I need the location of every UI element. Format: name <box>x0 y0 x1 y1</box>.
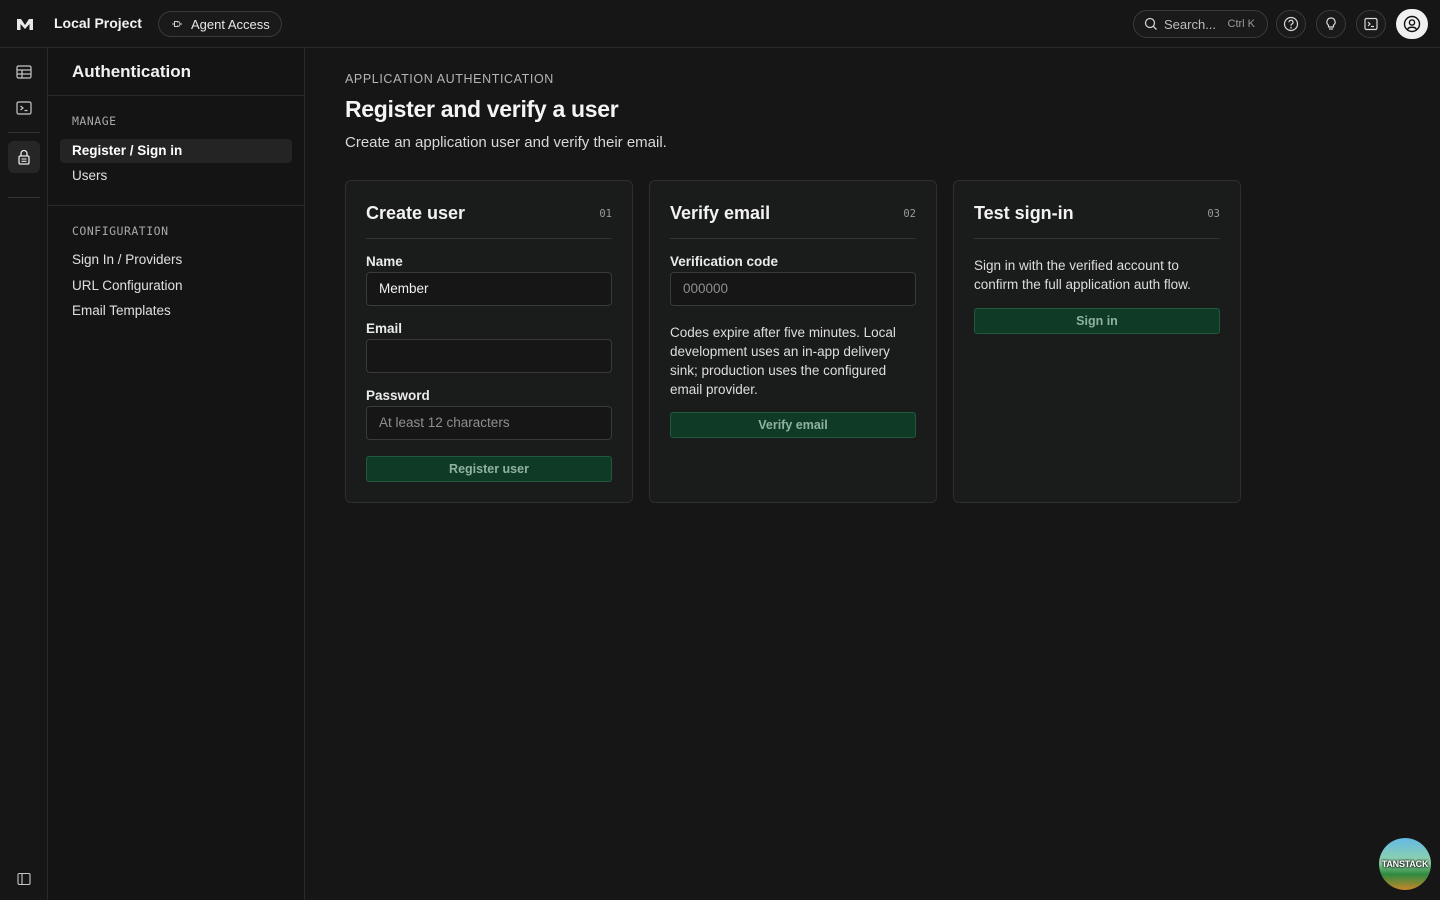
name-field[interactable]: Member <box>366 272 612 306</box>
verification-code-field[interactable]: 000000 <box>670 272 916 306</box>
lightbulb-icon <box>1326 17 1336 30</box>
tanstack-devtools-button[interactable]: TANSTACK <box>1379 838 1431 890</box>
help-button[interactable] <box>1276 10 1306 38</box>
register-user-button[interactable]: Register user <box>366 456 612 482</box>
email-label: Email <box>366 321 403 336</box>
card-step-number: 01 <box>599 208 612 220</box>
email-field[interactable] <box>366 339 612 373</box>
card-divider <box>366 238 612 239</box>
section-label-configuration: CONFIGURATION <box>72 224 169 238</box>
sidebar-item-users[interactable]: Users <box>60 164 292 188</box>
card-step-number: 03 <box>1207 208 1220 220</box>
terminal-button[interactable] <box>1356 10 1386 38</box>
card-step-number: 02 <box>903 208 916 220</box>
sidebar-item-url-configuration[interactable]: URL Configuration <box>60 274 292 298</box>
verification-code-label: Verification code <box>670 254 779 269</box>
search-input[interactable]: Search... Ctrl K <box>1133 10 1268 38</box>
top-bar: Local Project Agent Access Search... Ctr… <box>0 0 1440 48</box>
rail-authentication[interactable] <box>8 141 40 173</box>
card-divider <box>974 238 1220 239</box>
sidebar-divider <box>48 95 304 96</box>
auth-sidebar: Authentication MANAGE Register / Sign in… <box>48 48 305 900</box>
page-title: Register and verify a user <box>345 96 619 122</box>
tanstack-logo-label: TANSTACK <box>1381 859 1429 869</box>
test-sign-in-card: Test sign-in 03 Sign in with the verifie… <box>953 180 1241 503</box>
name-label: Name <box>366 254 403 269</box>
sidebar-item-email-templates[interactable]: Email Templates <box>60 299 292 323</box>
page-eyebrow: APPLICATION AUTHENTICATION <box>345 72 554 86</box>
user-avatar[interactable] <box>1396 9 1428 39</box>
rail-sql-editor[interactable] <box>8 92 40 124</box>
sidebar-divider <box>48 205 304 206</box>
app-logo-icon[interactable] <box>16 16 34 32</box>
verify-email-card: Verify email 02 Verification code 000000… <box>649 180 937 503</box>
card-title: Verify email <box>670 203 771 223</box>
agent-access-label: Agent Access <box>191 16 270 32</box>
terminal-icon <box>16 101 32 115</box>
rail-divider <box>8 132 40 133</box>
rail-divider <box>8 197 40 198</box>
sidebar-toggle-icon[interactable] <box>17 872 31 886</box>
search-icon <box>1144 17 1157 30</box>
verification-description: Codes expire after five minutes. Local d… <box>670 325 896 397</box>
sidebar-item-register-sign-in[interactable]: Register / Sign in <box>60 139 292 163</box>
agent-access-button[interactable]: Agent Access <box>158 11 282 37</box>
tips-button[interactable] <box>1316 10 1346 38</box>
page-subtitle: Create an application user and verify th… <box>345 134 667 151</box>
search-placeholder: Search... <box>1164 16 1217 32</box>
table-icon <box>16 65 32 79</box>
create-user-card: Create user 01 Name Member Email Passwor… <box>345 180 633 503</box>
search-shortcut: Ctrl K <box>1227 18 1256 30</box>
sign-in-button[interactable]: Sign in <box>974 308 1220 334</box>
password-field[interactable]: At least 12 characters <box>366 406 612 440</box>
user-avatar-icon <box>1403 15 1421 33</box>
verify-email-button[interactable]: Verify email <box>670 412 916 438</box>
plug-icon <box>172 21 182 27</box>
terminal-icon <box>1364 17 1378 31</box>
card-title: Test sign-in <box>974 203 1074 223</box>
lock-icon <box>18 149 30 165</box>
project-name[interactable]: Local Project <box>54 15 142 31</box>
section-label-manage: MANAGE <box>72 114 117 128</box>
password-label: Password <box>366 388 430 403</box>
sidebar-item-sign-in-providers[interactable]: Sign In / Providers <box>60 248 292 272</box>
icon-rail <box>0 48 48 900</box>
help-circle-icon <box>1283 16 1299 32</box>
card-divider <box>670 238 916 239</box>
sidebar-title: Authentication <box>72 62 191 81</box>
rail-table-editor[interactable] <box>8 56 40 88</box>
sign-in-description: Sign in with the verified account to con… <box>974 258 1191 292</box>
card-title: Create user <box>366 203 466 223</box>
